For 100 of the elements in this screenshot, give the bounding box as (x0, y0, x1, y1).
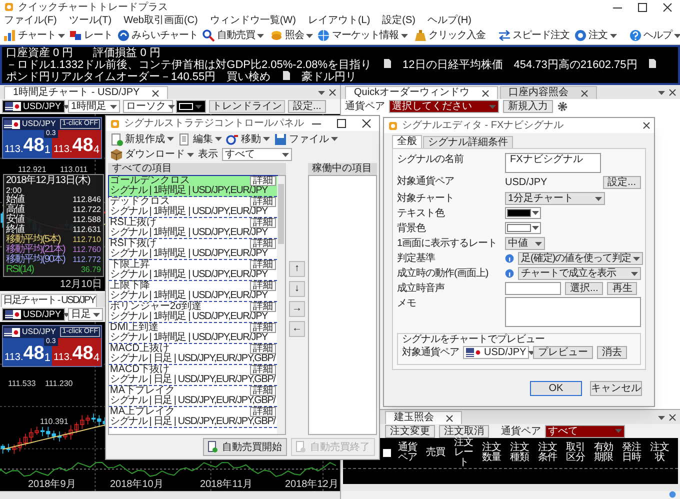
toolbar-button[interactable]: ファイル (274, 132, 338, 146)
dropdown[interactable]: チャートで成立を表示 (518, 267, 641, 280)
cancel-button[interactable]: キャンセル (590, 380, 642, 396)
ok-button[interactable]: OK (530, 380, 582, 396)
name-field[interactable]: FXナビシグナル (505, 153, 601, 173)
column-header[interactable]: 有効期限 (590, 443, 617, 463)
dropdown[interactable]: 1分足チャート (505, 192, 605, 205)
toolbar-button[interactable]: みらいチャート (116, 28, 199, 44)
sound-button[interactable]: 再生 (607, 282, 638, 295)
menu-item[interactable]: Web取引画面(C) (124, 14, 198, 26)
detail-button[interactable]: 詳細 (250, 386, 276, 396)
toolbar-button[interactable]: 編集 (178, 132, 222, 146)
move-button[interactable]: ↓ (289, 281, 305, 297)
move-button[interactable]: ↑ (289, 261, 305, 277)
timeframe-dropdown[interactable]: 1時間足 (68, 100, 120, 113)
strategy-list-item[interactable]: RSI下抜け 詳細 シグナル | 1時間足 | USD/JPY,EUR/JPY (109, 239, 277, 260)
dropdown[interactable]: 足(確定)の値を使って判定 (518, 252, 644, 265)
tab[interactable]: シグナル詳細条件 (423, 136, 513, 148)
chart-type-dropdown[interactable]: ローソク (123, 100, 173, 113)
move-button[interactable]: ← (289, 321, 305, 337)
strategy-list-item[interactable]: ボリンジャー2σ到達 詳細 シグナル | 1時間足 | USD/JPY,EUR/JPY (109, 302, 277, 323)
detail-button[interactable]: 詳細 (250, 344, 276, 354)
column-header[interactable]: 注文状 (646, 443, 673, 463)
account-summary: 口座資産 0 円 (6, 47, 74, 59)
strategy-list-item[interactable]: 下限上昇 詳細 シグナル | 1時間足 | USD/JPY,EUR/JPY (109, 260, 277, 281)
move-button[interactable]: → (289, 301, 305, 317)
toolbar-button[interactable]: マーケット情報 (316, 28, 408, 44)
news-headline[interactable]: ポンド円リアルタイムオーダー－140.55円 買い検め (6, 71, 271, 83)
strategy-list-item[interactable]: RSI上抜け 詳細 シグナル | 1時間足 | USD/JPY,EUR/JPY (109, 218, 277, 239)
news-headline[interactable]: －ロドル1.1332ドル前後、コンテ伊首相は対GDP比2.05%-2.08%を目指り (6, 59, 372, 71)
view-dropdown[interactable]: すべて (222, 148, 292, 161)
column-header[interactable]: 注文数量 (478, 443, 505, 463)
detail-button[interactable]: 詳細 (250, 323, 276, 333)
currency-pair-dropdown[interactable]: 選択してください (389, 100, 499, 113)
toolbar-button[interactable]: 移動 (226, 132, 270, 146)
menu-item[interactable]: ツール(T) (68, 14, 112, 26)
drawing-tool-field[interactable]: トレンドライン (209, 100, 285, 113)
sound-button[interactable]: 選択... (565, 282, 604, 295)
panel-tab[interactable]: 口座内容照会 (500, 86, 597, 99)
column-header[interactable]: 注文種類 (506, 443, 533, 463)
column-header[interactable]: 通貨ペア (394, 443, 421, 463)
menu-item[interactable]: ヘルプ(H) (428, 14, 472, 26)
toolbar-button[interactable]: 注文 (572, 28, 618, 44)
toolbar-button[interactable]: 新規作成 (110, 132, 174, 146)
column-header[interactable]: 注文条件 (534, 443, 561, 463)
menu-item[interactable]: ウィンドウ一覧(W) (210, 14, 296, 26)
dropdown[interactable]: 中値 (505, 237, 545, 250)
strategy-list-item[interactable]: DMI上到達 詳細 シグナル | 1時間足 | USD/JPY,EUR/JPY (109, 323, 277, 344)
panel-tab[interactable]: Quickオーダーウィンドウ (345, 86, 498, 99)
toolbar-button[interactable]: ヘルプ (628, 28, 680, 44)
preview-button[interactable]: 消去 (597, 346, 627, 359)
strategy-list-item[interactable]: 上限下降 詳細 シグナル | 1時間足 | USD/JPY,EUR/JPY (109, 281, 277, 302)
detail-button[interactable]: 詳細 (250, 365, 276, 375)
new-entry-button[interactable]: 新規入力 (503, 100, 553, 113)
menu-item[interactable]: レイアウト(L) (308, 14, 370, 26)
column-header[interactable]: 注文レート (450, 438, 477, 468)
strategy-list-item[interactable]: MACD下抜け 詳細 シグナル | 日足 | USD/JPY,EUR/JPY,GBP/ (109, 365, 277, 386)
toolbar-button[interactable]: レート (68, 28, 114, 44)
toolbar-button[interactable]: 自動売買 (201, 28, 265, 44)
toolbar-button[interactable]: ダウンロード (110, 148, 194, 162)
tooltip-value: 112.772 (72, 255, 101, 265)
menu-item[interactable]: 設定(S) (382, 14, 416, 26)
strategy-list-item[interactable]: MA上ブレイク 詳細 シグナル | 日足 | USD/JPY,EUR/JPY,GBP/ (109, 407, 277, 428)
strategy-detail: シグナル | 1時間足 | USD/JPY,EUR/JPY (110, 291, 269, 301)
toolbar-button[interactable]: 注文取消 (439, 424, 489, 438)
settings-button[interactable]: 設定... (288, 100, 326, 113)
currency-pair-dropdown[interactable]: USD/JPY (2, 100, 65, 113)
toolbar-button[interactable]: クリック入金 (412, 28, 486, 44)
menu-item[interactable]: ファイル(F) (4, 14, 57, 26)
toolbar-button[interactable]: 注文変更 (385, 424, 435, 438)
tab[interactable]: 全般 (392, 135, 422, 148)
preview-button[interactable]: プレビュー (533, 346, 593, 359)
toolbar-button[interactable]: チャート (2, 28, 66, 44)
detail-button[interactable]: 詳細 (250, 281, 276, 291)
column-header[interactable]: 取引区分 (562, 443, 589, 463)
column-header[interactable]: 発注日時 (618, 443, 645, 463)
strategy-list-item[interactable]: MACD上抜け 詳細 シグナル | 日足 | USD/JPY,EUR/JPY,GBP/ (109, 344, 277, 365)
currency-pair: USD/JPY (22, 118, 56, 130)
panel-tab[interactable]: 1時間足チャート - USD/JPY (4, 86, 168, 99)
panel-tab[interactable]: 建玉照会 (385, 411, 462, 424)
news-headline[interactable]: 豪ドル円リ (302, 71, 357, 83)
tooltip-label: 終値 (6, 225, 24, 235)
strategy-list-item[interactable]: デッドクロス 詳細 シグナル | 1時間足 | USD/JPY,EUR/JPY (109, 197, 277, 218)
strategy-list-item[interactable]: MA下ブレイク 詳細 シグナル | 日足 | USD/JPY,EUR/JPY,GBP/ (109, 386, 277, 407)
timeframe-dropdown[interactable]: 日足 (68, 308, 103, 321)
currency-pair-dropdown[interactable]: USD/JPY (2, 308, 65, 321)
currency-pair-dropdown[interactable]: すべて (545, 424, 625, 438)
detail-button[interactable]: 詳細 (250, 197, 276, 207)
toolbar-button[interactable]: スピード注文 (496, 28, 570, 44)
detail-button[interactable]: 詳細 (250, 239, 276, 249)
start-trading-button[interactable]: 自動売買開始 (203, 438, 287, 456)
detail-button[interactable]: 詳細 (250, 302, 276, 312)
settings-button[interactable]: 設定... (602, 176, 641, 189)
detail-button[interactable]: 詳細 (250, 260, 276, 270)
detail-button[interactable]: 詳細 (250, 218, 276, 228)
news-headline[interactable]: 12日の日経平均株価 454.73円高の21602.75円 (402, 59, 638, 71)
toolbar-button[interactable]: 照会 (269, 28, 314, 44)
panel-tab[interactable]: 日足チャート - USD/JPY (1, 294, 97, 307)
detail-button[interactable]: 詳細 (250, 407, 276, 417)
column-header[interactable]: 売買 (422, 448, 449, 458)
